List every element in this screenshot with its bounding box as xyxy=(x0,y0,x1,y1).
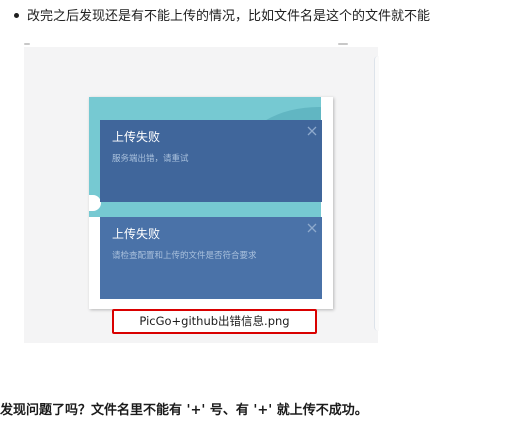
close-icon[interactable] xyxy=(306,125,318,137)
clipped-glyph xyxy=(24,43,30,45)
error-toast: 上传失败 服务端出错，请重试 xyxy=(100,120,322,202)
error-toast: 上传失败 请检查配置和上传的文件是否符合要求 xyxy=(100,217,322,299)
bullet-list-item: 改完之后发现还是有不能上传的情况，比如文件名是这个的文件就不能 xyxy=(14,6,511,32)
image-side-border xyxy=(374,56,379,331)
toast-message: 服务端出错，请重试 xyxy=(112,154,189,164)
bullet-text: 改完之后发现还是有不能上传的情况，比如文件名是这个的文件就不能 xyxy=(27,9,431,24)
close-icon[interactable] xyxy=(306,222,318,234)
window-edge xyxy=(321,97,333,309)
toast-message: 请检查配置和上传的文件是否符合要求 xyxy=(112,251,257,261)
picgo-error-screenshot: 上传失败 服务端出错，请重试 上传失败 请检查配置和上传的文件是否符合要求 xyxy=(89,97,333,309)
toast-title: 上传失败 xyxy=(112,227,161,241)
article-page: 改完之后发现还是有不能上传的情况，比如文件名是这个的文件就不能 上传失败 服务端… xyxy=(0,0,511,421)
question-text: 发现问题了吗？文件名里不能有 '+' 号、有 '+' 就上传不成功。 xyxy=(0,403,368,418)
filename-caption: PicGo+github出错信息.png xyxy=(112,309,317,334)
toast-title: 上传失败 xyxy=(112,130,161,144)
bullet-dot xyxy=(14,13,19,18)
clipped-glyph xyxy=(338,43,348,45)
